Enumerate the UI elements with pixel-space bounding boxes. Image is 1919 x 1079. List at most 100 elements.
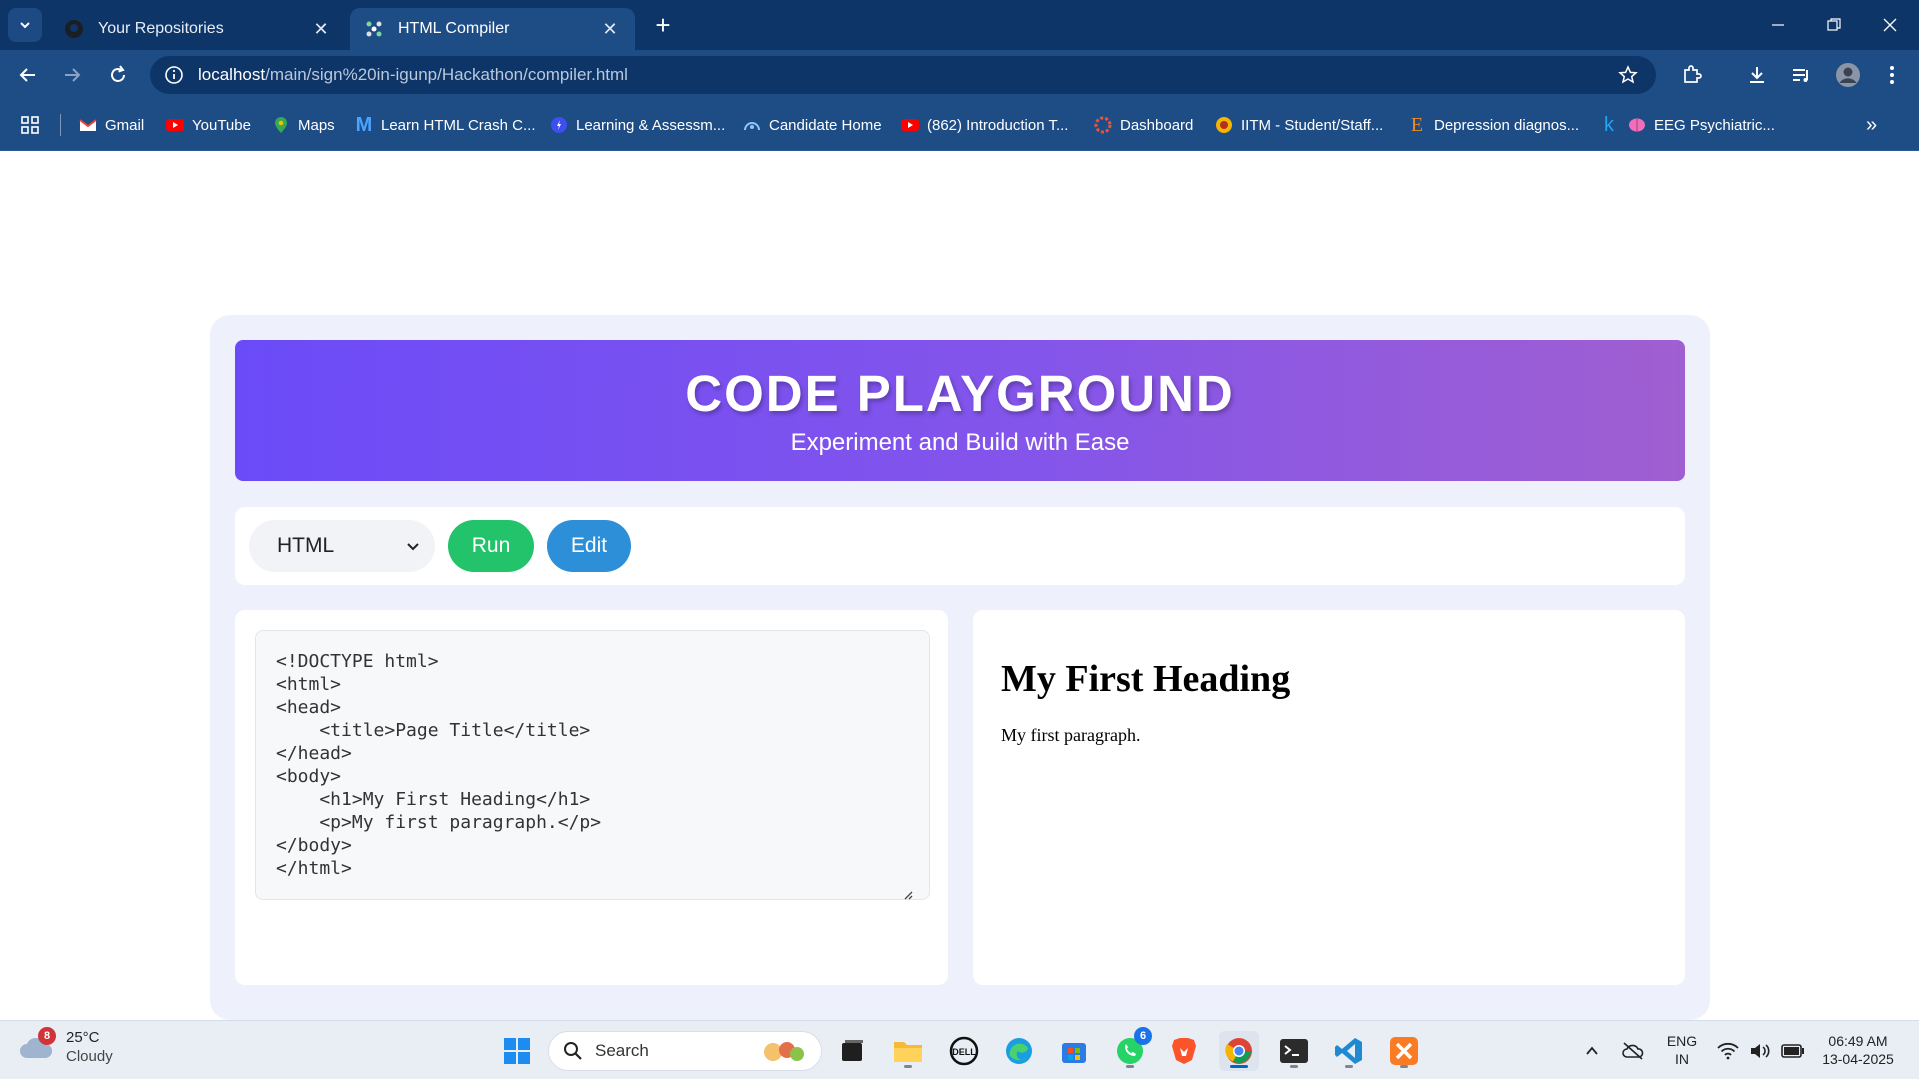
edge-button[interactable] — [999, 1031, 1039, 1071]
new-tab-button[interactable]: + — [648, 10, 678, 40]
quick-settings-button[interactable] — [1706, 1031, 1816, 1071]
bookmark-label: IITM - Student/Staff... — [1241, 116, 1384, 134]
brain-icon — [1628, 116, 1646, 134]
tab-strip: Your Repositories ✕ HTML Compiler ✕ + — [0, 0, 1919, 50]
task-view-button[interactable] — [832, 1031, 872, 1071]
compiler-icon — [364, 19, 384, 39]
taskbar-search[interactable]: Search — [548, 1031, 822, 1071]
downloads-button[interactable] — [1741, 59, 1773, 91]
chevron-up-icon — [1586, 1046, 1598, 1055]
bookmark-eeg[interactable]: EEG Psychiatric... — [1628, 112, 1775, 138]
bookmark-maps[interactable]: Maps — [272, 112, 335, 138]
bookmark-candidate-home[interactable]: Candidate Home — [743, 112, 882, 138]
terminal-button[interactable] — [1274, 1031, 1314, 1071]
arrow-right-icon — [65, 68, 81, 82]
puzzle-icon — [1684, 65, 1702, 83]
close-icon — [1883, 18, 1897, 32]
bookmark-iitm[interactable]: IITM - Student/Staff... — [1215, 112, 1383, 138]
folder-icon — [894, 1042, 922, 1062]
store-icon — [1062, 1043, 1086, 1063]
language-indicator[interactable]: ENG IN — [1664, 1032, 1700, 1068]
store-button[interactable] — [1054, 1031, 1094, 1071]
taskbar: 8 25°C Cloudy Search DELL 6 ENG IN 06:49… — [0, 1020, 1919, 1079]
forward-button[interactable] — [56, 59, 88, 91]
address-bar[interactable]: localhost/main/sign%20in-igunp/Hackathon… — [150, 56, 1656, 94]
avatar-icon — [1836, 63, 1860, 87]
menu-button[interactable] — [1876, 59, 1908, 91]
bookmark-label: Gmail — [105, 116, 145, 134]
clock-time: 06:49 AM — [1828, 1033, 1888, 1049]
bookmark-label: EEG Psychiatric... — [1654, 116, 1775, 134]
whatsapp-button[interactable]: 6 — [1110, 1027, 1152, 1071]
tab-your-repositories[interactable]: Your Repositories ✕ — [50, 8, 346, 50]
dell-icon: DELL — [949, 1036, 979, 1066]
vscode-button[interactable] — [1329, 1031, 1369, 1071]
xampp-button[interactable] — [1384, 1031, 1424, 1071]
run-button[interactable]: Run — [448, 520, 534, 572]
battery-icon — [1781, 1044, 1804, 1058]
media-control-button[interactable] — [1785, 59, 1817, 91]
tab-title: HTML Compiler — [398, 20, 510, 37]
github-icon — [64, 19, 84, 39]
code-editor[interactable]: <!DOCTYPE html> <html> <head> <title>Pag… — [255, 630, 930, 900]
weather-condition: Cloudy — [66, 1048, 113, 1065]
bookmark-depression[interactable]: E Depression diagnos... — [1408, 112, 1579, 138]
extensions-button[interactable] — [1676, 59, 1708, 91]
bookmark-introduction[interactable]: (862) Introduction T... — [901, 112, 1068, 138]
brave-button[interactable] — [1164, 1031, 1204, 1071]
youtube-icon — [901, 116, 919, 134]
running-indicator — [1400, 1065, 1408, 1068]
reload-button[interactable] — [102, 59, 134, 91]
search-highlight-icon — [764, 1042, 804, 1061]
bookmark-gmail[interactable]: Gmail — [79, 112, 144, 138]
arrow-left-icon — [19, 68, 35, 82]
restore-button[interactable] — [1806, 0, 1862, 50]
back-button[interactable] — [12, 59, 44, 91]
bookmark-dashboard[interactable]: Dashboard — [1094, 112, 1193, 138]
bookmark-label: Learn HTML Crash C... — [381, 116, 536, 134]
start-button[interactable] — [497, 1031, 537, 1071]
show-hidden-icons-button[interactable] — [1572, 1031, 1612, 1071]
onedrive-button[interactable] — [1613, 1031, 1653, 1071]
tab-search-button[interactable] — [8, 8, 42, 42]
language-value: HTML — [277, 534, 335, 557]
apps-button[interactable] — [20, 112, 40, 138]
k-icon: k — [1604, 113, 1614, 136]
wifi-icon — [1717, 1042, 1739, 1060]
minimize-button[interactable] — [1750, 0, 1806, 50]
browser-toolbar: localhost/main/sign%20in-igunp/Hackathon… — [0, 50, 1919, 100]
close-icon[interactable]: ✕ — [599, 18, 621, 40]
close-window-button[interactable] — [1862, 0, 1918, 50]
language-line1: ENG — [1666, 1033, 1698, 1049]
bookmarks-divider — [60, 114, 61, 136]
weather-widget[interactable]: 8 25°C Cloudy — [18, 1027, 113, 1067]
tab-html-compiler[interactable]: HTML Compiler ✕ — [350, 8, 635, 50]
dell-app-button[interactable]: DELL — [944, 1031, 984, 1071]
e-icon: E — [1410, 113, 1424, 136]
clock[interactable]: 06:49 AM 13-04-2025 — [1810, 1032, 1906, 1068]
chrome-icon — [1225, 1038, 1252, 1064]
profile-avatar[interactable] — [1832, 59, 1864, 91]
more-bookmarks-button[interactable]: » — [1866, 112, 1877, 138]
close-icon[interactable]: ✕ — [310, 18, 332, 40]
resize-handle-icon[interactable] — [901, 888, 913, 900]
edit-button[interactable]: Edit — [547, 520, 631, 572]
bookmark-learning-assessment[interactable]: Learning & Assessm... — [550, 112, 725, 138]
chevron-down-icon — [20, 22, 30, 29]
bookmark-k[interactable]: k — [1600, 112, 1626, 138]
chrome-button[interactable] — [1219, 1031, 1259, 1071]
bookmark-learn-html[interactable]: M Learn HTML Crash C... — [355, 112, 536, 138]
language-select[interactable]: HTML — [249, 520, 435, 572]
info-icon[interactable] — [164, 65, 184, 85]
file-explorer-button[interactable] — [888, 1031, 928, 1071]
language-line2: IN — [1675, 1051, 1689, 1067]
star-icon[interactable] — [1618, 65, 1638, 85]
running-indicator — [1290, 1065, 1298, 1068]
bookmarks-bar: Gmail YouTube Maps M Learn HTML Crash C.… — [0, 100, 1919, 151]
running-indicator — [1126, 1065, 1134, 1068]
search-placeholder: Search — [595, 1041, 649, 1060]
running-indicator — [1345, 1065, 1353, 1068]
url-text[interactable]: localhost/main/sign%20in-igunp/Hackathon… — [198, 65, 628, 85]
cloud-off-icon — [1622, 1042, 1644, 1060]
bookmark-youtube[interactable]: YouTube — [166, 112, 251, 138]
